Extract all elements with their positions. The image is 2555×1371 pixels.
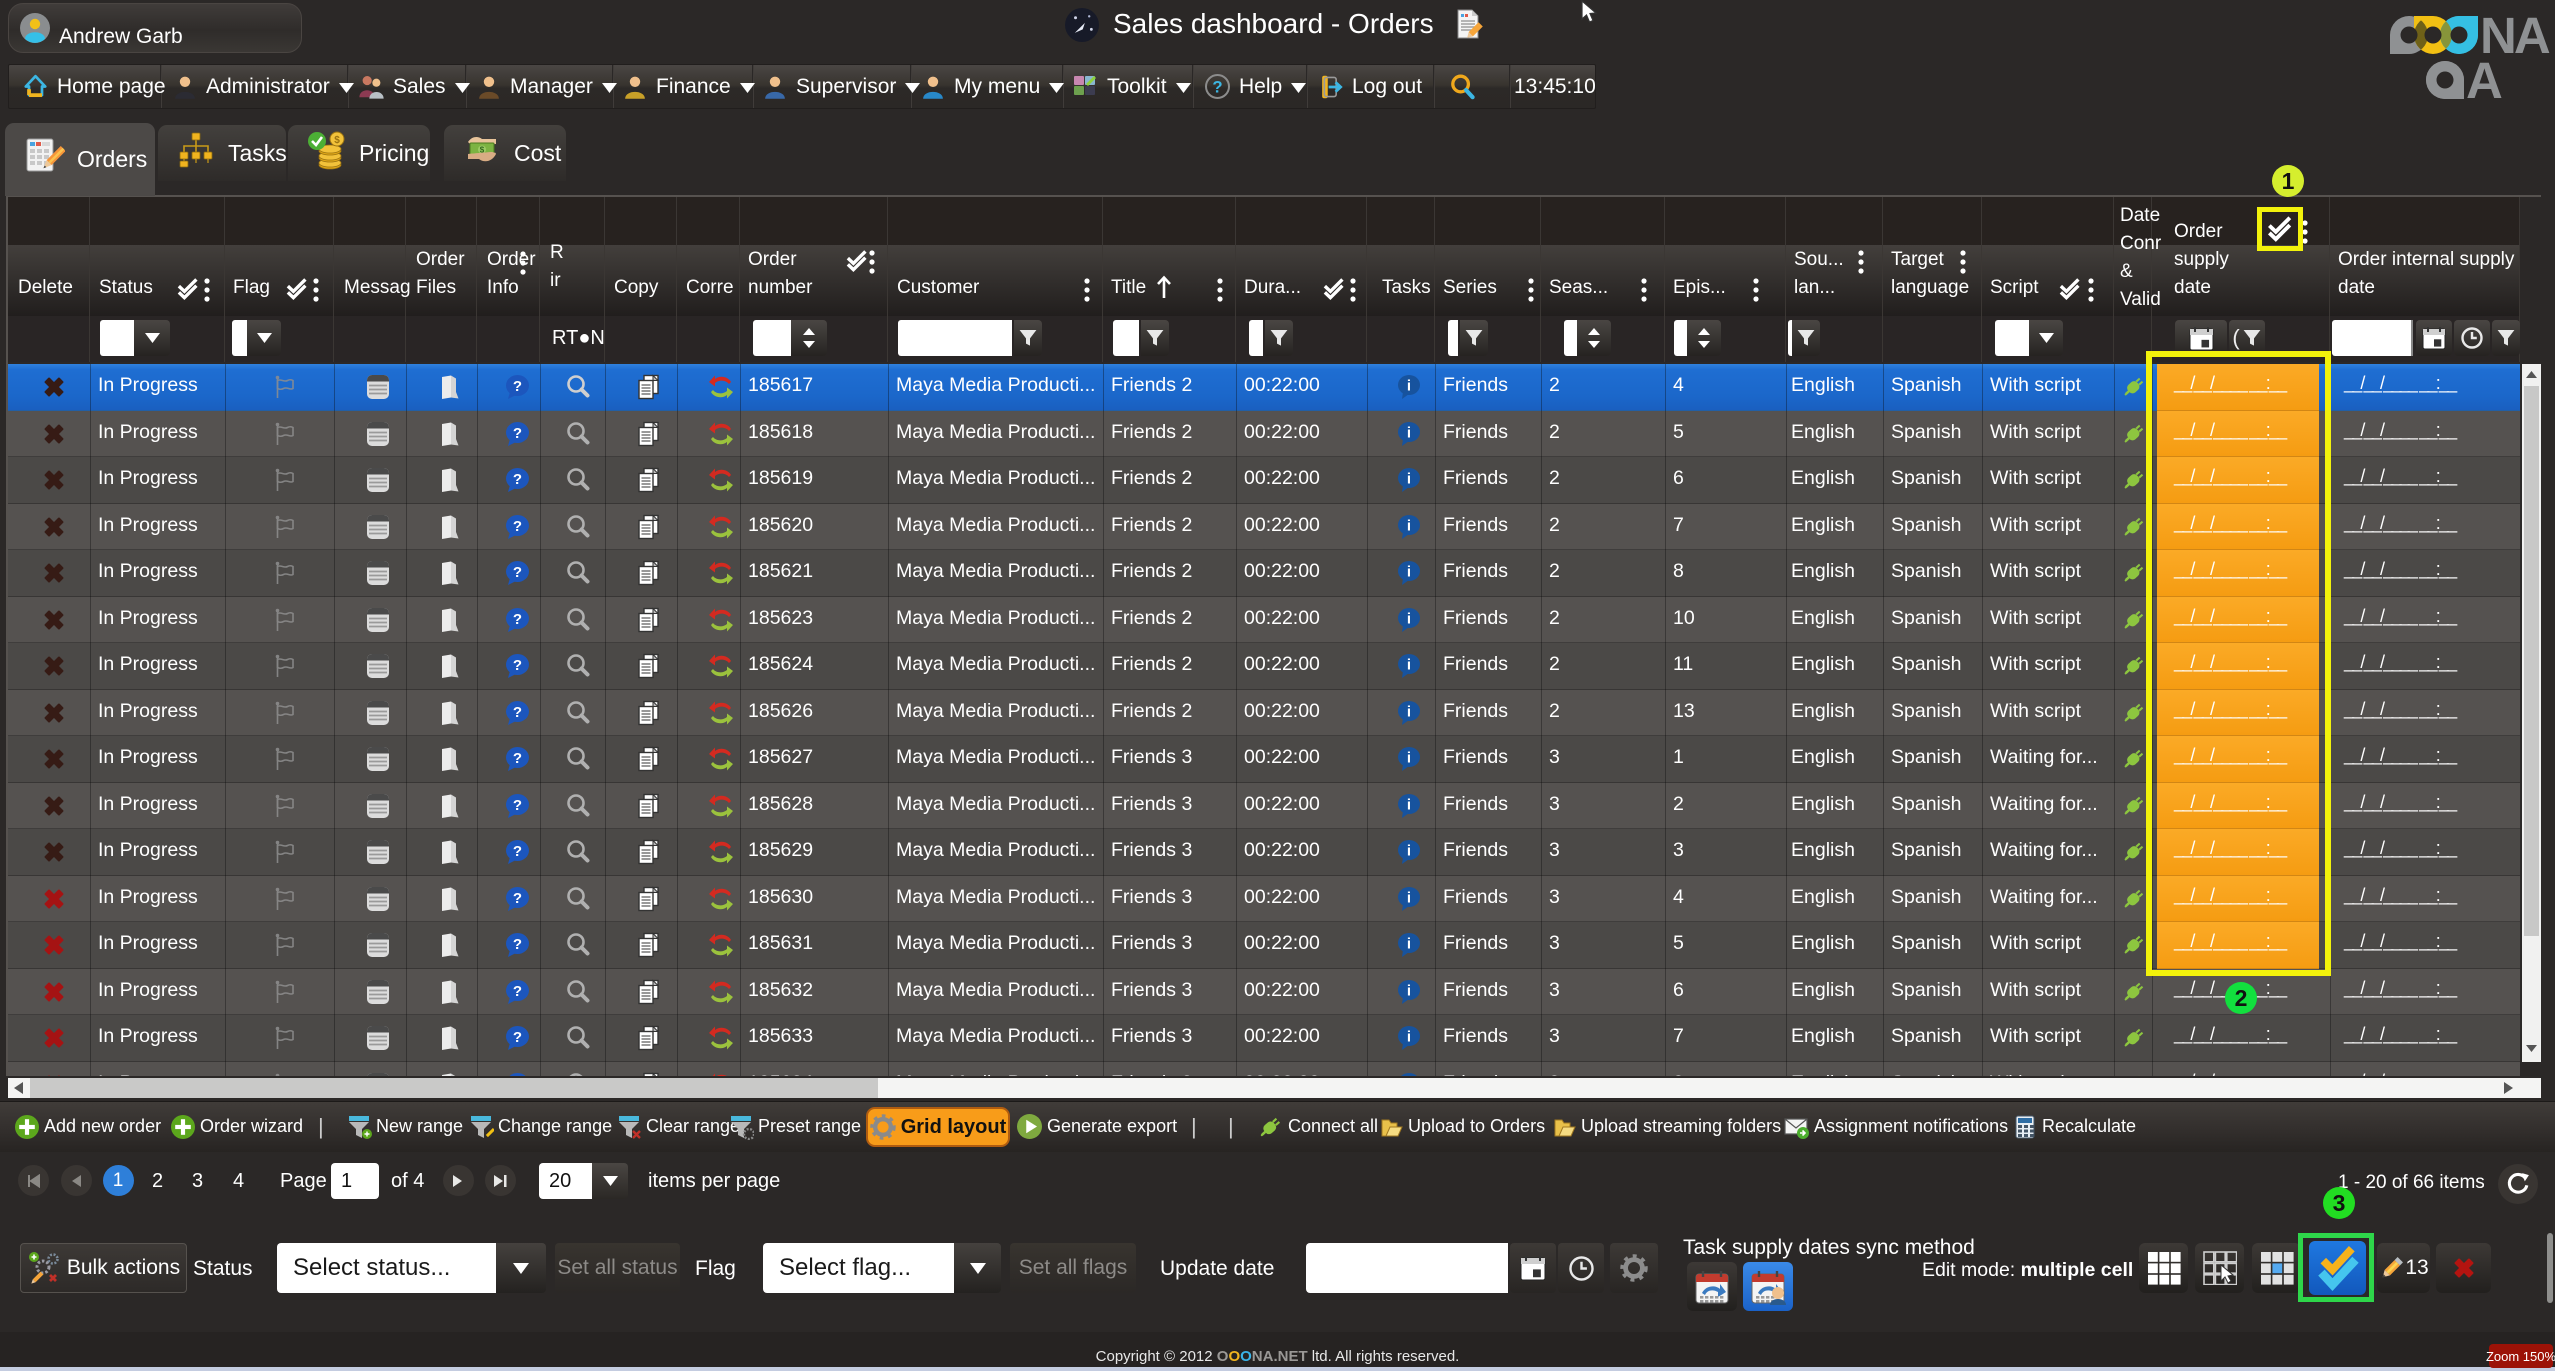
svg-text:?: ? <box>513 611 522 628</box>
svg-text:i: i <box>1407 703 1411 720</box>
svg-text:?: ? <box>513 936 522 953</box>
svg-text:?: ? <box>513 843 522 860</box>
svg-text:i: i <box>1407 982 1411 999</box>
svg-text:i: i <box>1407 564 1411 581</box>
svg-text:?: ? <box>513 564 522 581</box>
svg-text:i: i <box>1407 796 1411 813</box>
svg-text:?: ? <box>513 750 522 767</box>
svg-text:i: i <box>1407 424 1411 441</box>
svg-text:i: i <box>1407 1029 1411 1046</box>
svg-text:i: i <box>1407 750 1411 767</box>
svg-text:?: ? <box>513 471 522 488</box>
svg-text:i: i <box>1407 657 1411 674</box>
svg-text:i: i <box>1407 1075 1411 1076</box>
svg-text:i: i <box>1407 378 1411 395</box>
svg-text:i: i <box>1407 471 1411 488</box>
svg-text:?: ? <box>513 704 522 721</box>
svg-text:?: ? <box>513 425 522 442</box>
svg-text:?: ? <box>513 983 522 1000</box>
svg-text:?: ? <box>513 890 522 907</box>
svg-text:?: ? <box>513 657 522 674</box>
svg-text:?: ? <box>513 518 522 535</box>
svg-text:i: i <box>1407 889 1411 906</box>
svg-text:i: i <box>1407 843 1411 860</box>
svg-text:i: i <box>1407 517 1411 534</box>
svg-text:?: ? <box>513 1029 522 1046</box>
svg-text:i: i <box>1407 610 1411 627</box>
svg-text:A: A <box>2466 52 2502 104</box>
svg-text:?: ? <box>513 378 522 395</box>
svg-text:i: i <box>1407 936 1411 953</box>
svg-text:?: ? <box>1212 77 1222 96</box>
svg-text:?: ? <box>513 797 522 814</box>
